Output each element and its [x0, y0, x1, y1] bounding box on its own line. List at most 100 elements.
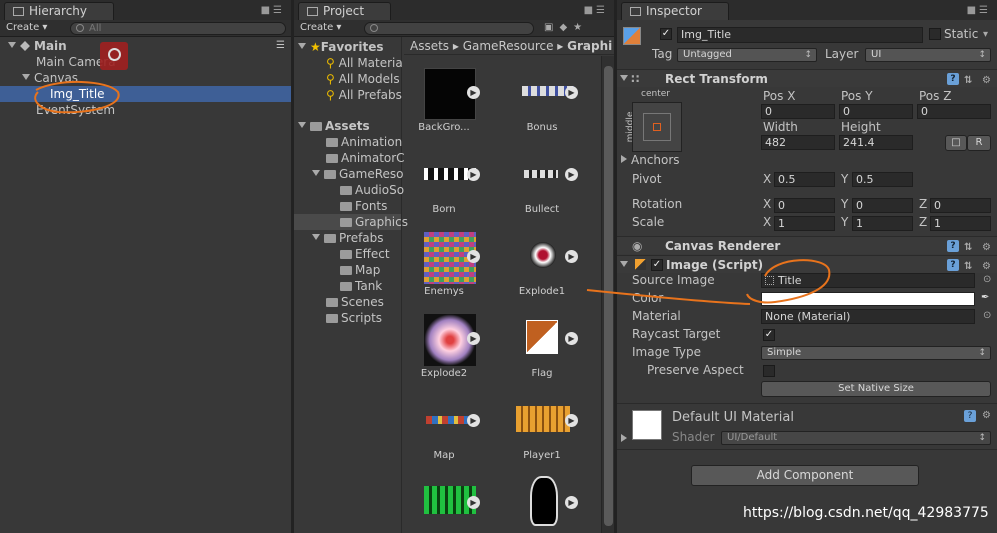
height-input[interactable]: 241.4 — [839, 135, 913, 150]
asset-tile[interactable]: ▶ Explode1 — [502, 230, 582, 312]
filter-icons[interactable]: ▣◆★ — [544, 22, 588, 33]
asset-tile[interactable]: ▶ — [502, 476, 582, 533]
preserve-aspect-checkbox[interactable] — [763, 365, 775, 377]
breadcrumb-item[interactable]: Assets — [404, 39, 449, 53]
asset-tile[interactable]: ▶ Flag — [502, 312, 582, 394]
asset-tile[interactable]: ▶ Born — [404, 148, 484, 230]
pivot-y-input[interactable]: 0.5 — [852, 172, 913, 187]
favorite-item[interactable]: ⚲ All Models — [294, 71, 401, 87]
folder-item[interactable]: Tank — [294, 278, 401, 294]
inspector-tab[interactable]: Inspector — [621, 2, 729, 20]
breadcrumb-item[interactable]: GameResource — [463, 39, 554, 53]
anchors-row[interactable]: Anchors — [621, 153, 680, 167]
folder-item[interactable]: AudioSo — [294, 182, 404, 198]
folder-item[interactable]: Effect — [294, 246, 401, 262]
hierarchy-tab[interactable]: Hierarchy — [4, 2, 115, 20]
asset-scrollbar[interactable] — [601, 56, 614, 533]
component-enabled-checkbox[interactable]: ✓ — [651, 259, 663, 271]
eyedropper-icon[interactable]: ✒ — [981, 292, 989, 303]
expand-sprite-icon[interactable]: ▶ — [467, 414, 480, 427]
help-icon[interactable]: ? — [947, 240, 959, 252]
width-input[interactable]: 482 — [761, 135, 835, 150]
canvas-renderer-header[interactable]: ◉ Canvas Renderer ? ⇅ ⚙ — [617, 236, 997, 254]
favorite-item[interactable]: ⚲ All Materia — [294, 55, 403, 71]
anchor-preset-button[interactable] — [632, 102, 682, 152]
pivot-x-input[interactable]: 0.5 — [774, 172, 835, 187]
gear-icon[interactable]: ⚙ — [982, 410, 991, 421]
asset-tile[interactable]: ▶ Map — [404, 394, 484, 476]
rotation-z-input[interactable]: 0 — [930, 198, 991, 213]
expand-sprite-icon[interactable]: ▶ — [565, 496, 578, 509]
assets-row[interactable]: Assets — [294, 118, 401, 134]
gear-icon[interactable]: ⚙ — [982, 72, 991, 90]
scene-row[interactable]: Main ☰ — [0, 38, 291, 54]
object-picker-icon[interactable]: ⊙ — [983, 310, 991, 321]
create-button[interactable]: Create ▾ — [300, 22, 341, 33]
folder-item[interactable]: Scripts — [294, 310, 401, 326]
lock-menu-icon[interactable]: ■☰ — [967, 5, 991, 16]
hierarchy-item[interactable]: Canvas — [0, 70, 291, 86]
scale-x-input[interactable]: 1 — [774, 216, 835, 231]
folder-item-selected[interactable]: Graphics — [294, 214, 408, 230]
hierarchy-item-selected[interactable]: Img_Title — [0, 86, 291, 102]
expand-sprite-icon[interactable]: ▶ — [565, 332, 578, 345]
help-icon[interactable]: ? — [964, 410, 976, 422]
hierarchy-search-input[interactable]: All — [70, 22, 286, 35]
project-search-input[interactable] — [364, 22, 534, 35]
asset-tile[interactable]: ▶ — [404, 476, 484, 533]
image-header[interactable]: ✓ Image (Script) ? ⇅ ⚙ — [617, 255, 997, 273]
expand-sprite-icon[interactable]: ▶ — [565, 250, 578, 263]
lock-menu-icon[interactable]: ■☰ — [261, 5, 285, 16]
static-checkbox[interactable] — [929, 28, 941, 40]
expand-sprite-icon[interactable]: ▶ — [565, 168, 578, 181]
raycast-checkbox[interactable]: ✓ — [763, 329, 775, 341]
folder-item[interactable]: Scenes — [294, 294, 401, 310]
layer-dropdown[interactable]: UI — [865, 48, 991, 62]
favorites-row[interactable]: ★Favorites — [294, 39, 401, 55]
source-image-field[interactable]: Title — [761, 273, 975, 288]
folder-item[interactable]: Map — [294, 262, 401, 278]
color-swatch[interactable] — [761, 292, 975, 306]
posy-input[interactable]: 0 — [839, 104, 913, 119]
scene-menu-icon[interactable]: ☰ — [276, 38, 285, 54]
asset-tile[interactable]: ▶ Player1 — [502, 394, 582, 476]
tag-dropdown[interactable]: Untagged — [677, 48, 817, 62]
expand-sprite-icon[interactable]: ▶ — [565, 414, 578, 427]
posz-input[interactable]: 0 — [917, 104, 991, 119]
set-native-size-button[interactable]: Set Native Size — [761, 381, 991, 397]
folder-item[interactable]: GameReso — [294, 166, 404, 182]
active-checkbox[interactable]: ✓ — [660, 28, 672, 40]
folder-item[interactable]: Fonts — [294, 198, 401, 214]
blueprint-mode-button[interactable]: □ — [945, 135, 967, 151]
rotation-x-input[interactable]: 0 — [774, 198, 835, 213]
asset-tile[interactable]: ▶ Enemys — [404, 230, 484, 312]
object-picker-icon[interactable]: ⊙ — [983, 274, 991, 285]
scale-y-input[interactable]: 1 — [852, 216, 913, 231]
expand-sprite-icon[interactable]: ▶ — [467, 250, 480, 263]
hierarchy-item[interactable]: Main Camera — [0, 54, 291, 70]
breadcrumb-item[interactable]: Graphi — [567, 39, 612, 53]
lock-menu-icon[interactable]: ■☰ — [584, 5, 608, 16]
scale-z-input[interactable]: 1 — [930, 216, 991, 231]
expand-sprite-icon[interactable]: ▶ — [467, 496, 480, 509]
object-name-input[interactable]: Img_Title — [677, 27, 923, 43]
folder-item[interactable]: Animation — [294, 134, 402, 150]
expand-sprite-icon[interactable]: ▶ — [467, 168, 480, 181]
rotation-y-input[interactable]: 0 — [852, 198, 913, 213]
asset-tile[interactable]: ▶ Bonus — [502, 66, 582, 148]
scroll-thumb[interactable] — [604, 66, 613, 526]
preset-icon[interactable]: ⇅ — [964, 72, 972, 90]
expand-sprite-icon[interactable]: ▶ — [467, 86, 480, 99]
raw-edit-button[interactable]: R — [967, 135, 991, 151]
create-button[interactable]: Create ▾ — [6, 22, 47, 33]
asset-tile[interactable]: ▶ Bullect — [502, 148, 582, 230]
help-icon[interactable]: ? — [947, 259, 959, 271]
material-field[interactable]: None (Material) — [761, 309, 975, 324]
favorite-item[interactable]: ⚲ All Prefabs — [294, 87, 402, 103]
shader-dropdown[interactable]: UI/Default — [721, 431, 991, 445]
posx-input[interactable]: 0 — [761, 104, 835, 119]
add-component-button[interactable]: Add Component — [691, 465, 919, 486]
project-tab[interactable]: Project — [298, 2, 392, 20]
rect-transform-header[interactable]: ∷ Rect Transform ? ⇅ ⚙ — [617, 69, 997, 87]
help-icon[interactable]: ? — [947, 73, 959, 85]
